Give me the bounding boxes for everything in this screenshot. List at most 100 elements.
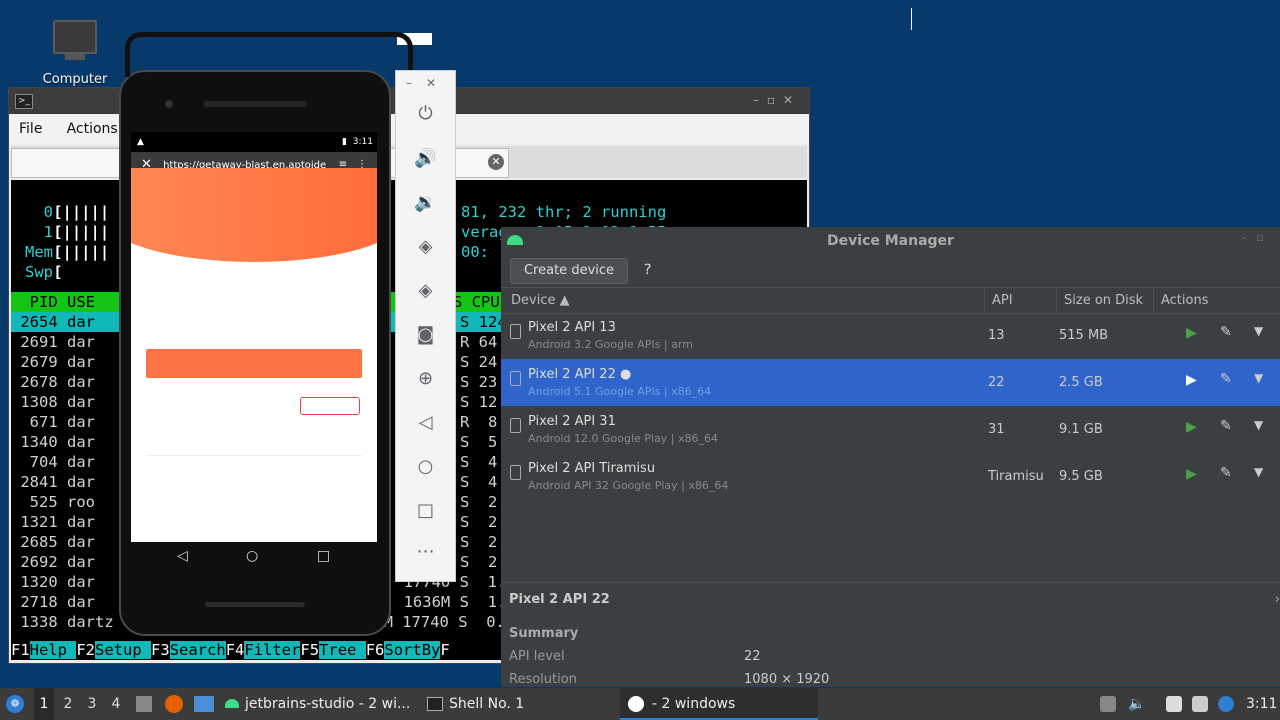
fkey-label[interactable]: Tree — [319, 641, 366, 659]
fkey[interactable]: F3 — [151, 641, 170, 659]
volume-up-icon[interactable]: 🔊 — [396, 148, 455, 169]
task-shell[interactable]: Shell No. 1 — [427, 688, 524, 720]
volume-icon[interactable]: 🔈 — [1128, 696, 1145, 712]
device-icon — [510, 371, 521, 386]
edit-icon[interactable]: ✎ — [1220, 465, 1232, 481]
display-icon[interactable] — [1192, 696, 1208, 712]
meter-bar: [ — [53, 263, 63, 281]
process-left: 671 dar — [11, 413, 95, 431]
fkey-label[interactable]: Setup — [95, 641, 152, 659]
chevron-down-icon[interactable]: ▼ — [1254, 465, 1263, 479]
edit-icon[interactable]: ✎ — [1220, 418, 1232, 434]
fkey[interactable]: F4 — [226, 641, 245, 659]
meter-value: 81, 232 thr; 2 running — [461, 203, 667, 221]
task-label: jetbrains-studio - 2 wi... — [245, 696, 411, 712]
start-menu-icon[interactable]: ☸ — [6, 695, 24, 713]
chevron-down-icon[interactable]: ▼ — [1254, 324, 1263, 338]
window-controls[interactable]: –▫✕ — [753, 93, 801, 107]
rotate-left-icon[interactable]: ◈ — [396, 236, 455, 257]
power-icon[interactable]: ⏻ — [396, 103, 455, 124]
close-tab-icon[interactable]: ✕ — [488, 154, 504, 170]
toolbar-window-controls[interactable]: –✕ — [406, 76, 450, 90]
volume-down-icon[interactable]: 🔉 — [396, 192, 455, 213]
android-icon — [507, 235, 523, 245]
play-icon[interactable]: ▶ — [1186, 372, 1197, 388]
taskbar: ☸ 1 2 3 4 jetbrains-studio - 2 wi... She… — [0, 688, 1280, 720]
menu-file[interactable]: File — [19, 121, 42, 137]
col-device[interactable]: Device ▲ — [511, 288, 570, 313]
device-name: Pixel 2 API 22 ● — [528, 367, 632, 382]
process-left: 2841 dar — [11, 473, 95, 491]
fkey-label[interactable]: Filter — [244, 641, 301, 659]
play-icon[interactable]: ▶ — [1186, 419, 1197, 435]
chevron-down-icon[interactable]: ▼ — [1254, 371, 1263, 385]
fkey-label[interactable]: SortBy — [384, 641, 441, 659]
fkey[interactable]: F6 — [366, 641, 385, 659]
col-api[interactable]: API — [992, 288, 1013, 313]
help-button[interactable]: ? — [644, 262, 651, 278]
home-icon[interactable]: ○ — [396, 456, 455, 477]
window-icon[interactable] — [194, 696, 214, 712]
desktop-icon-computer[interactable]: Computer — [38, 18, 112, 87]
col-size[interactable]: Size on Disk — [1064, 288, 1143, 313]
text-cursor — [911, 8, 912, 30]
process-right: S 2. — [460, 553, 507, 571]
computer-icon — [53, 20, 97, 54]
clock[interactable]: 3:11 — [1246, 688, 1277, 720]
fkey[interactable]: F2 — [76, 641, 95, 659]
process-left: 2718 dar — [11, 593, 95, 611]
zoom-icon[interactable]: ⊕ — [396, 368, 455, 389]
workspace-1[interactable]: 1 — [34, 688, 54, 720]
fkey[interactable]: F5 — [300, 641, 319, 659]
workspace-4[interactable]: 4 — [106, 688, 126, 720]
fkey-label[interactable]: Search — [169, 641, 226, 659]
back-icon[interactable]: ◁ — [396, 412, 455, 433]
notification-icon[interactable] — [1218, 696, 1234, 712]
rotate-right-icon[interactable]: ◈ — [396, 280, 455, 301]
fkey[interactable]: F — [440, 641, 449, 659]
column-divider — [1153, 288, 1154, 313]
phone-screen[interactable]: ▲ 3:11 ▮ ✕ https://getaway-blast.en.apto… — [131, 132, 377, 542]
fkey[interactable]: F1 — [11, 641, 30, 659]
play-icon[interactable]: ▶ — [1186, 466, 1197, 482]
device-row[interactable]: Pixel 2 API 13 Android 3.2 Google APIs | … — [501, 312, 1280, 359]
eject-icon[interactable] — [1100, 696, 1116, 712]
window-controls[interactable]: –▫ — [1241, 231, 1274, 244]
chevron-down-icon[interactable]: ▼ — [1254, 418, 1263, 432]
more-icon[interactable]: ⋯ — [396, 541, 455, 562]
process-right: S 4. — [460, 453, 507, 471]
recents-icon[interactable]: □ — [317, 548, 330, 564]
edit-icon[interactable]: ✎ — [1220, 324, 1232, 340]
phone-chin — [205, 602, 305, 607]
task-jetbrains[interactable]: jetbrains-studio - 2 wi... — [225, 688, 410, 720]
process-left: 1308 dar — [11, 393, 95, 411]
file-manager-icon[interactable] — [136, 696, 152, 712]
overview-icon[interactable]: □ — [396, 500, 455, 521]
menu-actions[interactable]: Actions — [67, 121, 118, 137]
process-left: 2678 dar — [11, 373, 95, 391]
create-device-button[interactable]: Create device — [510, 258, 628, 284]
home-icon[interactable]: ○ — [246, 548, 258, 564]
back-icon[interactable]: ◁ — [177, 548, 188, 564]
play-icon[interactable]: ▶ — [1186, 325, 1197, 341]
device-row[interactable]: Pixel 2 API 31 Android 12.0 Google Play |… — [501, 406, 1280, 453]
device-row[interactable]: Pixel 2 API 22 ● Android 5.1 Google APIs … — [501, 359, 1280, 406]
device-api: 31 — [988, 422, 1005, 437]
chevron-right-icon[interactable]: › — [1275, 592, 1280, 607]
desktop-icon-label: Computer — [42, 72, 108, 87]
task-windows[interactable]: - 2 windows — [620, 688, 818, 720]
secondary-button[interactable] — [300, 397, 360, 415]
device-row[interactable]: Pixel 2 API Tiramisu Android API 32 Googl… — [501, 453, 1280, 500]
edit-icon[interactable]: ✎ — [1220, 371, 1232, 387]
emulator-toolbar: –✕ ⏻ 🔊 🔉 ◈ ◈ ◙ ⊕ ◁ ○ □ ⋯ — [395, 70, 456, 582]
firefox-icon[interactable] — [165, 695, 183, 713]
process-left: 1320 dar — [11, 573, 95, 591]
column-divider — [984, 288, 985, 313]
cta-button[interactable] — [146, 349, 362, 378]
workspace-3[interactable]: 3 — [82, 688, 102, 720]
workspace-2[interactable]: 2 — [58, 688, 78, 720]
camera-icon[interactable]: ◙ — [396, 324, 455, 345]
fkey-label[interactable]: Help — [29, 641, 77, 659]
clipboard-icon[interactable] — [1166, 696, 1182, 712]
front-camera — [165, 100, 173, 108]
